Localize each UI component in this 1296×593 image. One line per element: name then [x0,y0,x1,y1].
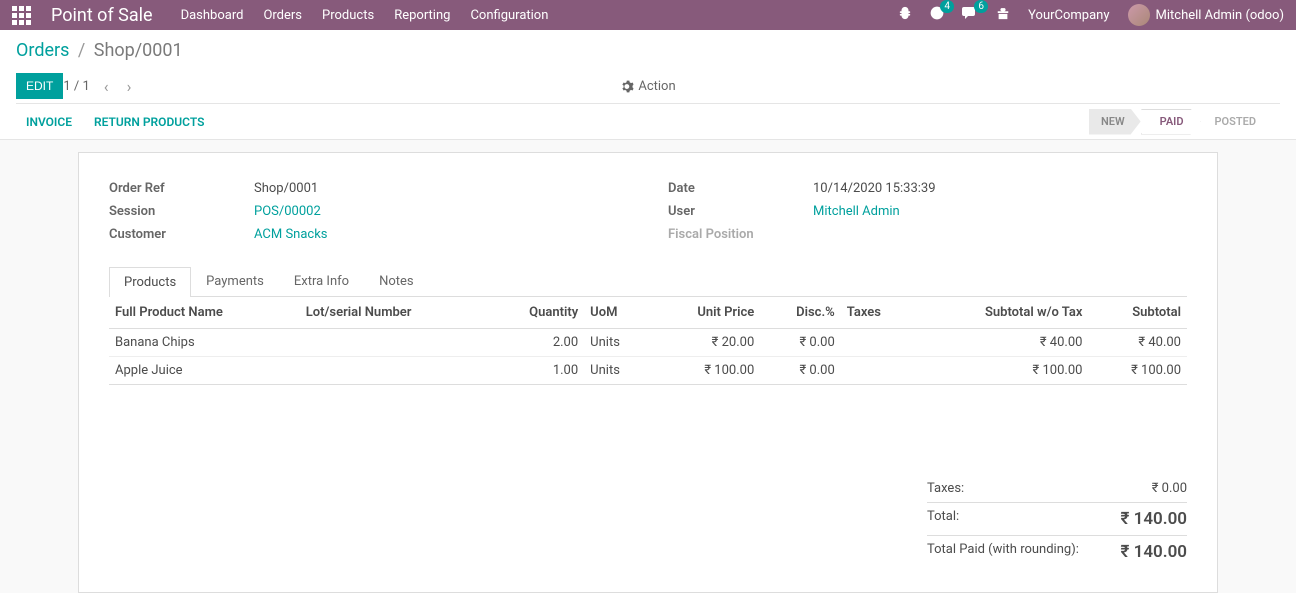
th-sub-wo[interactable]: Subtotal w/o Tax [914,297,1088,329]
label-session: Session [109,204,254,219]
tab-payments[interactable]: Payments [191,266,279,296]
menu-products[interactable]: Products [322,8,374,23]
user-avatar [1128,4,1150,26]
invoice-button[interactable]: INVOICE [26,115,72,129]
status-posted[interactable]: POSTED [1201,109,1271,135]
notebook-tabs: Products Payments Extra Info Notes [109,266,1187,297]
form-sheet: Order Ref Shop/0001 Session POS/00002 Cu… [78,152,1218,593]
label-customer: Customer [109,227,254,242]
value-session[interactable]: POS/00002 [254,204,321,219]
table-row[interactable]: Apple Juice1.00Units₹ 100.00₹ 0.00₹ 100.… [109,357,1187,385]
value-user[interactable]: Mitchell Admin [813,204,900,219]
order-lines-table: Full Product Name Lot/serial Number Quan… [109,297,1187,385]
pager-text[interactable]: 1 / 1 [63,79,89,94]
th-price[interactable]: Unit Price [651,297,761,329]
label-order-ref: Order Ref [109,181,254,196]
th-uom[interactable]: UoM [584,297,650,329]
activities-icon[interactable]: 4 [930,6,944,24]
status-paid[interactable]: PAID [1141,109,1201,135]
totals-taxes-label: Taxes: [927,481,964,496]
value-order-ref: Shop/0001 [254,181,318,196]
debug-icon[interactable] [898,6,912,24]
messages-badge: 6 [974,0,988,13]
edit-button[interactable]: EDIT [16,73,63,99]
tab-extra-info[interactable]: Extra Info [279,266,364,296]
gear-icon [620,80,633,93]
totals-total-val: ₹ 140.00 [1120,509,1187,529]
label-date: Date [668,181,813,196]
pager-prev[interactable]: ‹ [100,77,113,96]
breadcrumb-orders[interactable]: Orders [16,40,69,61]
breadcrumb-current: Shop/0001 [94,40,183,61]
value-customer[interactable]: ACM Snacks [254,227,328,242]
totals-block: Taxes: ₹ 0.00 Total: ₹ 140.00 Total Paid… [927,475,1187,568]
totals-paid-val: ₹ 140.00 [1120,542,1187,562]
user-name: Mitchell Admin (odoo) [1156,8,1285,23]
status-new[interactable]: NEW [1089,109,1141,135]
apps-menu-icon[interactable] [12,6,31,25]
label-user: User [668,204,813,219]
label-fiscal-position: Fiscal Position [668,227,813,242]
table-row[interactable]: Banana Chips2.00Units₹ 20.00₹ 0.00₹ 40.0… [109,329,1187,357]
user-menu[interactable]: Mitchell Admin (odoo) [1128,4,1285,26]
th-disc[interactable]: Disc.% [760,297,840,329]
return-products-button[interactable]: RETURN PRODUCTS [94,115,204,129]
gift-icon[interactable] [996,6,1010,24]
main-menu: Dashboard Orders Products Reporting Conf… [181,8,549,23]
th-qty[interactable]: Quantity [487,297,584,329]
th-taxes[interactable]: Taxes [841,297,915,329]
th-name[interactable]: Full Product Name [109,297,300,329]
pager-next[interactable]: › [123,77,136,96]
value-date: 10/14/2020 15:33:39 [813,181,936,196]
breadcrumb: Orders / Shop/0001 [16,40,1280,61]
app-brand[interactable]: Point of Sale [51,5,153,26]
totals-taxes-val: ₹ 0.00 [1152,481,1187,496]
menu-orders[interactable]: Orders [263,8,302,23]
menu-reporting[interactable]: Reporting [394,8,450,23]
company-switcher[interactable]: YourCompany [1028,8,1109,23]
tab-notes[interactable]: Notes [364,266,429,296]
th-lot[interactable]: Lot/serial Number [300,297,487,329]
activities-badge: 4 [940,0,954,13]
totals-total-label: Total: [927,509,959,529]
menu-configuration[interactable]: Configuration [470,8,548,23]
status-bar: NEW PAID POSTED [1089,104,1280,139]
messages-icon[interactable]: 6 [962,6,978,24]
tab-products[interactable]: Products [109,267,191,297]
th-sub[interactable]: Subtotal [1088,297,1187,329]
totals-paid-label: Total Paid (with rounding): [927,542,1079,562]
menu-dashboard[interactable]: Dashboard [181,8,244,23]
action-dropdown[interactable]: Action [620,79,675,94]
